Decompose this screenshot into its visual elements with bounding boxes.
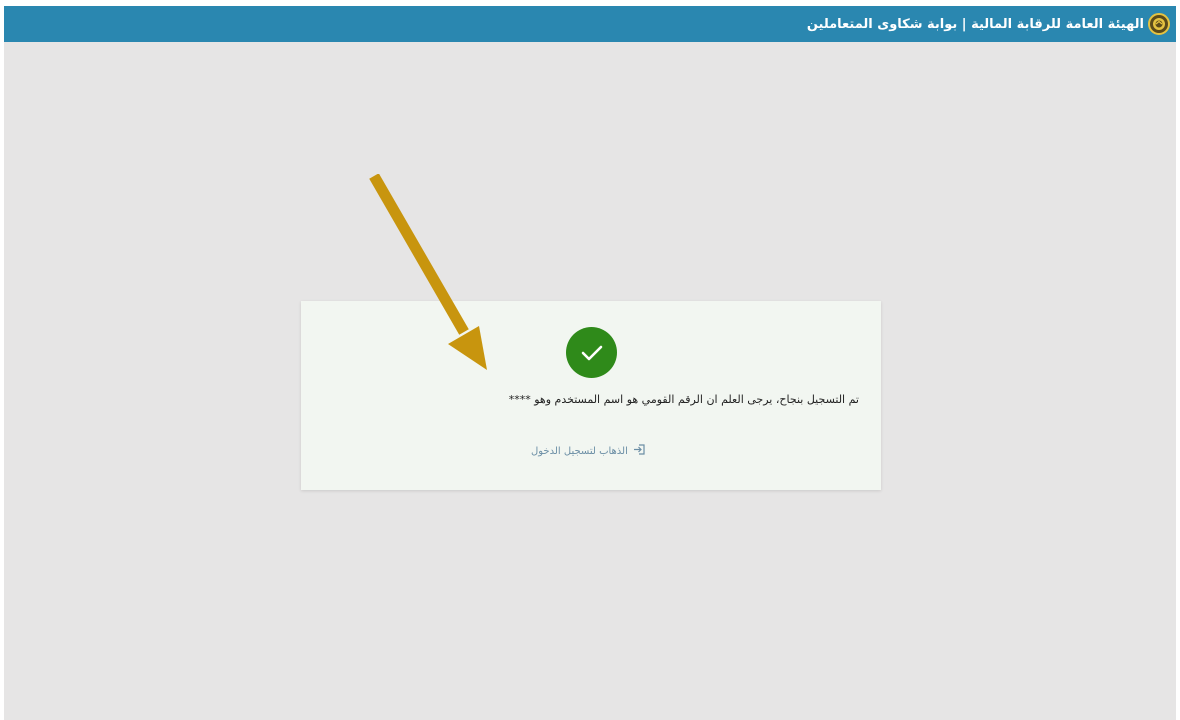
login-link-label: الذهاب لتسجيل الدخول bbox=[531, 445, 628, 457]
regulator-seal-logo[interactable] bbox=[1148, 13, 1170, 35]
seal-emblem-icon bbox=[1153, 18, 1165, 30]
sign-in-icon bbox=[633, 444, 645, 458]
top-header-bar: الهيئة العامة للرقابة المالية | بوابة شك… bbox=[4, 6, 1176, 42]
portal-title[interactable]: الهيئة العامة للرقابة المالية | بوابة شك… bbox=[807, 17, 1144, 32]
page-frame: الهيئة العامة للرقابة المالية | بوابة شك… bbox=[4, 6, 1176, 720]
go-to-login-link[interactable]: الذهاب لتسجيل الدخول bbox=[531, 444, 645, 458]
checkmark-icon bbox=[566, 327, 617, 378]
annotation-arrow bbox=[369, 174, 487, 370]
checkmark-glyph bbox=[581, 345, 602, 360]
success-message: تم التسجيل بنجاح، يرجى العلم ان الرقم ال… bbox=[508, 393, 859, 406]
